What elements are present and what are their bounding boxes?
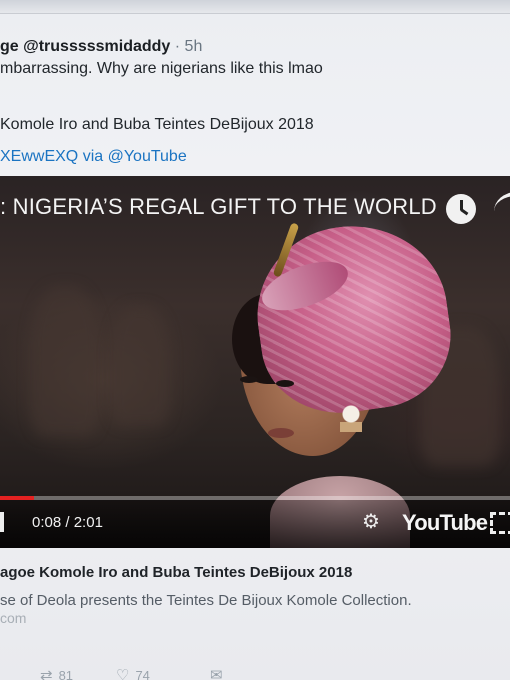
pearl-earring — [340, 404, 362, 454]
time-current: 0:08 — [32, 514, 62, 531]
background-figure — [110, 306, 170, 426]
background-figure — [30, 286, 100, 436]
tweet-text: mbarrassing. Why are nigerians like this… — [0, 60, 323, 77]
time-display: 0:08 / 2:01 — [32, 514, 103, 531]
tweet-short-link[interactable]: XEwwEXQ via — [0, 148, 108, 165]
top-divider — [0, 0, 510, 14]
retweet-count: 81 — [58, 667, 74, 680]
tweet-header: ge @trusssssmidaddy · 5h — [0, 38, 202, 56]
like-button[interactable]: ♡ 74 — [116, 666, 150, 680]
tweet-user-handle[interactable]: ge @trusssssmidaddy — [0, 38, 170, 55]
control-bar: 0:08 / 2:01 ⚙ YouTube — [0, 500, 510, 548]
tweet-actions: ⇄ 81 ♡ 74 ✉ — [0, 666, 510, 680]
time-total: 2:01 — [73, 514, 103, 531]
fullscreen-icon[interactable] — [490, 512, 510, 534]
envelope-icon: ✉ — [210, 667, 223, 680]
video-title[interactable]: : NIGERIA’S REGAL GIFT TO THE WORLD — [0, 194, 437, 220]
eye — [240, 376, 258, 383]
retweet-button[interactable]: ⇄ 81 — [40, 666, 73, 680]
tweet-link-line: XEwwEXQ via @YouTube — [0, 148, 187, 166]
youtube-mention-link[interactable]: @YouTube — [108, 148, 187, 165]
eye — [276, 380, 294, 387]
card-title[interactable]: agoe Komole Iro and Buba Teintes DeBijou… — [0, 564, 352, 581]
heart-icon: ♡ — [116, 667, 130, 680]
gear-icon[interactable]: ⚙ — [362, 512, 382, 532]
youtube-logo[interactable]: YouTube — [402, 510, 488, 536]
tweet-video-title-line: Komole Iro and Buba Teintes DeBijoux 201… — [0, 116, 314, 133]
card-description: se of Deola presents the Teintes De Bijo… — [0, 592, 412, 609]
video-frame — [0, 176, 510, 548]
time-separator: / — [61, 514, 74, 531]
like-count: 74 — [135, 667, 150, 680]
direct-message-button[interactable]: ✉ — [210, 666, 223, 680]
clock-icon[interactable] — [446, 194, 476, 224]
lips — [268, 428, 294, 438]
video-player[interactable]: : NIGERIA’S REGAL GIFT TO THE WORLD 0:08… — [0, 176, 510, 548]
screen: ge @trusssssmidaddy · 5h mbarrassing. Wh… — [0, 0, 510, 680]
retweet-icon: ⇄ — [40, 667, 53, 680]
card-domain: com — [0, 610, 27, 626]
volume-icon[interactable] — [0, 512, 14, 532]
tweet-time[interactable]: · 5h — [175, 38, 203, 55]
